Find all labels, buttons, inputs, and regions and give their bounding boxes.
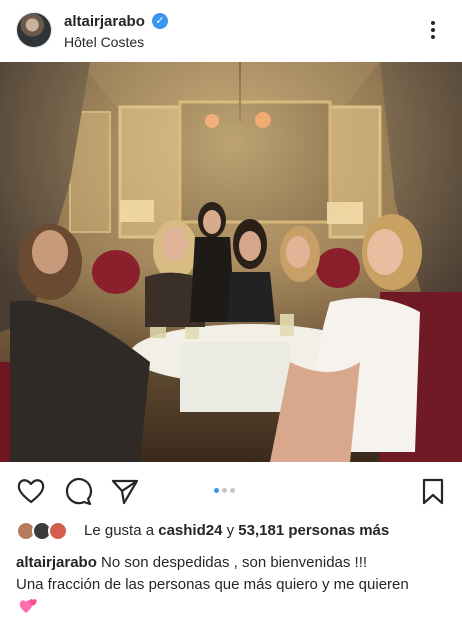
likes-row: Le gusta a cashid24 y 53,181 personas má… [16,517,456,545]
action-bar [0,468,462,512]
post-username[interactable]: altairjarabo [64,13,145,30]
first-liker-link[interactable]: cashid24 [158,522,222,539]
post-photo[interactable] [0,62,462,462]
two-hearts-emoji-icon [19,599,37,613]
likes-connector: y [226,522,235,539]
likes-count-link[interactable]: 53,181 personas más [238,522,389,539]
comment-icon[interactable] [63,476,93,506]
caption-line-1: No son despedidas , son bienvenidas !!! [101,554,368,571]
save-icon[interactable] [418,476,448,506]
more-options-icon[interactable] [424,18,442,44]
caption-username[interactable]: altairjarabo [16,554,97,571]
share-icon[interactable] [110,476,140,506]
post-location[interactable]: Hôtel Costes [64,34,144,50]
likes-text: Le gusta a cashid24 y 53,181 personas má… [84,522,389,539]
post-header: altairjarabo ✓ Hôtel Costes [0,0,462,62]
post-caption: altairjarabo No son despedidas , son bie… [16,552,454,596]
caption-line-2: Una fracción de las personas que más qui… [16,576,409,593]
profile-avatar[interactable] [16,12,52,48]
carousel-indicator [214,488,238,494]
carousel-dot-active [214,488,219,493]
liker-avatar[interactable] [48,521,68,541]
carousel-dot [230,488,235,493]
carousel-dot [222,488,227,493]
verified-badge-icon: ✓ [152,13,168,29]
post-photo-image [0,62,462,462]
likes-prefix: Le gusta a [84,522,155,539]
heart-icon[interactable] [16,476,46,506]
